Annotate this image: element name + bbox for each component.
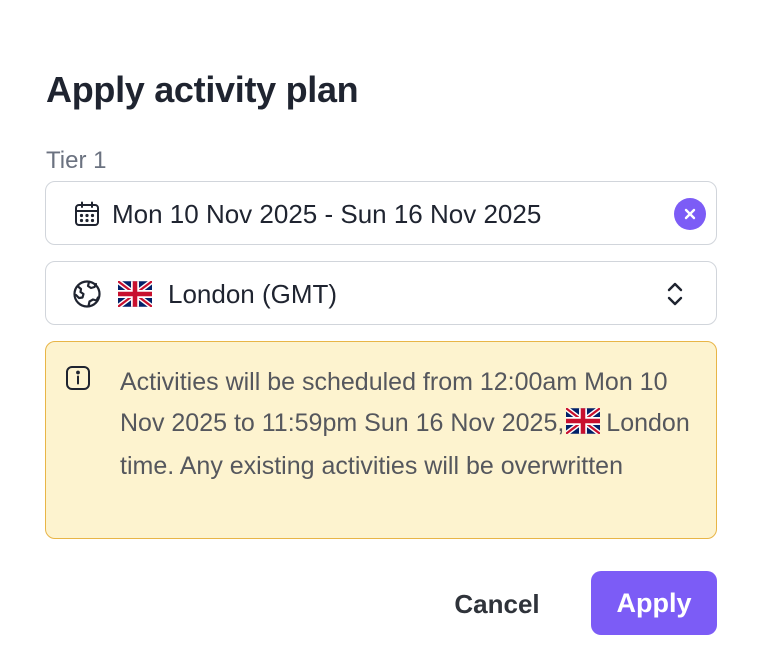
cancel-button[interactable]: Cancel xyxy=(426,573,568,635)
timezone-select[interactable]: London (GMT) xyxy=(45,261,717,325)
schedule-notice: Activities will be scheduled from 12:00a… xyxy=(45,341,717,539)
notice-text: Activities will be scheduled from 12:00a… xyxy=(120,362,700,487)
uk-flag-icon xyxy=(116,279,154,312)
globe-icon xyxy=(72,279,102,309)
tier-label: Tier 1 xyxy=(46,147,107,174)
timezone-value: London (GMT) xyxy=(168,279,338,309)
clear-icon[interactable] xyxy=(674,198,706,230)
apply-button[interactable]: Apply xyxy=(591,571,717,635)
dialog-title: Apply activity plan xyxy=(46,69,359,110)
apply-activity-plan-dialog: Apply activity plan Tier 1 Mon 10 Nov 20… xyxy=(0,0,764,656)
info-icon xyxy=(64,364,94,394)
uk-flag-icon xyxy=(564,405,602,447)
calendar-icon xyxy=(72,199,102,229)
date-range-field[interactable]: Mon 10 Nov 2025 - Sun 16 Nov 2025 xyxy=(45,181,717,245)
chevron-up-down-icon[interactable] xyxy=(660,279,690,309)
date-range-value: Mon 10 Nov 2025 - Sun 16 Nov 2025 xyxy=(112,199,542,229)
